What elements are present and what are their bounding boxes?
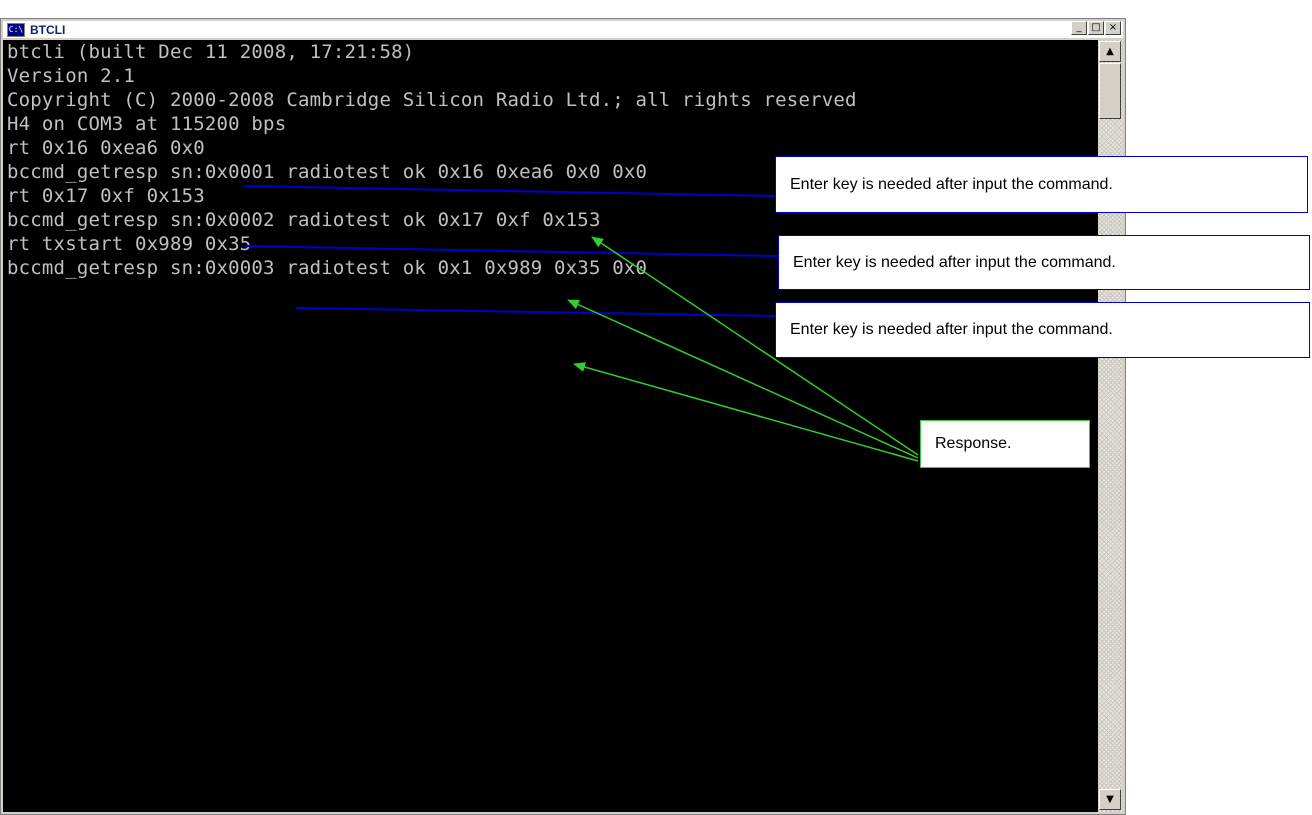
enter-key-note-2: Enter key is needed after input the comm…: [778, 235, 1310, 290]
annotation-arrows: [243, 185, 919, 462]
enter-key-note-text: Enter key is needed after input the comm…: [790, 175, 1113, 193]
response-note-text: Response.: [935, 435, 1012, 452]
response-arrow-3: [573, 362, 919, 462]
enter-key-note-1: Enter key is needed after input the comm…: [775, 156, 1308, 213]
command-leader-line-1: [243, 185, 779, 197]
enter-key-note-text: Enter key is needed after input the comm…: [793, 253, 1116, 271]
command-leader-line-2: [243, 245, 779, 257]
enter-key-note-text: Enter key is needed after input the comm…: [790, 321, 1113, 338]
response-note: Response.: [920, 420, 1090, 468]
enter-key-note-3: Enter key is needed after input the comm…: [775, 302, 1310, 358]
command-leader-line-3: [295, 307, 779, 317]
